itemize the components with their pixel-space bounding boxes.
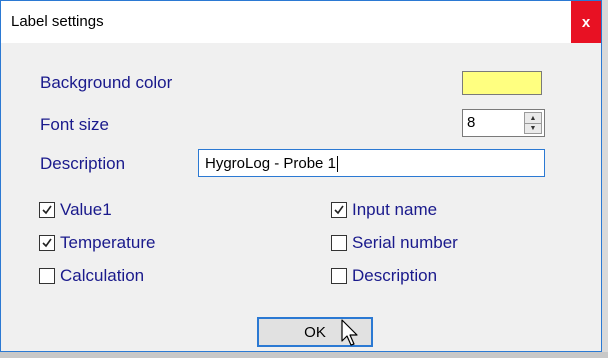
checkbox-description[interactable]: Description [331,265,437,287]
checkbox-temperature[interactable]: Temperature [39,232,155,254]
checkbox-label: Serial number [352,233,458,252]
close-icon: x [581,13,591,31]
checkmark-icon [334,205,344,215]
checkbox-box[interactable] [331,235,347,251]
checkbox-label: Temperature [60,233,156,252]
background-color-swatch[interactable] [462,71,542,95]
dialog-title: Label settings [11,13,104,30]
checkbox-label: Input name [352,200,438,219]
checkbox-label: Calculation [60,266,145,285]
font-size-spinner[interactable]: 8 ▲ ▼ [462,109,545,137]
checkbox-box[interactable] [39,235,55,251]
checkmark-icon [42,205,52,215]
label-settings-dialog: Label settings x Background color Font s… [0,0,602,352]
text-caret [336,156,338,173]
spin-down-icon[interactable]: ▼ [525,123,541,133]
checkbox-input-name[interactable]: Input name [331,199,437,221]
description-input[interactable]: HygroLog - Probe 1 [198,149,545,177]
close-button[interactable]: x [571,1,601,43]
background-color-label: Background color [40,73,173,92]
font-size-label: Font size [40,115,109,134]
spinner-buttons: ▲ ▼ [524,112,542,134]
font-size-value[interactable]: 8 [467,114,475,131]
description-label: Description [40,154,126,173]
checkbox-box[interactable] [331,268,347,284]
checkbox-value1[interactable]: Value1 [39,199,112,221]
description-value: HygroLog - Probe 1 [205,155,336,172]
checkbox-box[interactable] [331,202,347,218]
title-bar: Label settings x [1,1,601,43]
background-window-edge [0,352,608,358]
checkmark-icon [42,238,52,248]
ok-button-label: OK [304,323,326,341]
checkbox-label: Value1 [60,200,112,219]
checkbox-label: Description [352,266,438,285]
mouse-pointer-icon [341,319,358,346]
checkbox-box[interactable] [39,268,55,284]
checkbox-calculation[interactable]: Calculation [39,265,144,287]
checkbox-serial-number[interactable]: Serial number [331,232,458,254]
checkbox-box[interactable] [39,202,55,218]
